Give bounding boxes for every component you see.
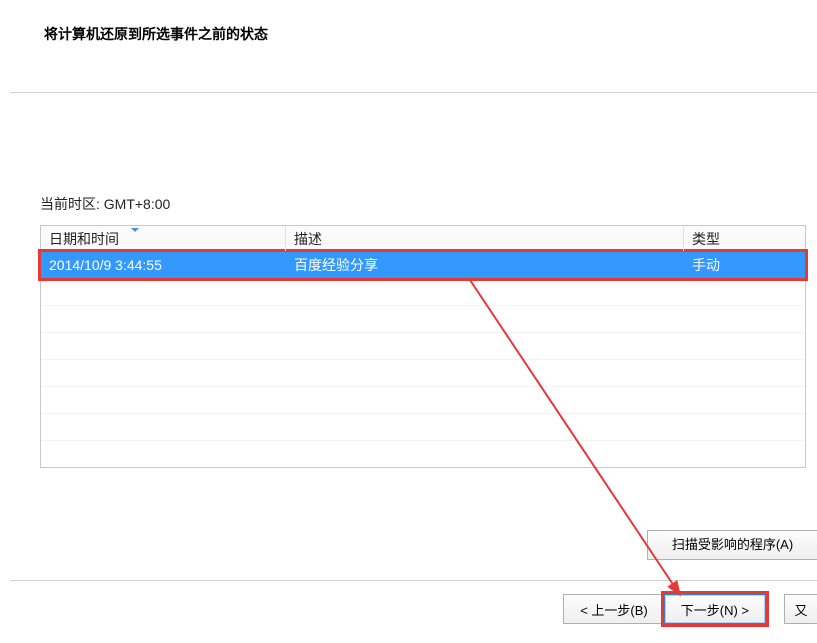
cell-description: 百度经验分享 (286, 252, 684, 278)
empty-row (41, 413, 805, 440)
divider-top (10, 92, 817, 93)
divider-bottom (10, 580, 817, 581)
cell-type: 手动 (684, 252, 804, 278)
empty-row (41, 278, 805, 305)
empty-row (41, 332, 805, 359)
header-text-description: 描述 (294, 229, 322, 249)
back-button[interactable]: < 上一步(B) (563, 594, 665, 624)
empty-row (41, 440, 805, 467)
timezone-label: 当前时区: GMT+8:00 (40, 194, 170, 214)
table-body: 2014/10/9 3:44:55 百度经验分享 手动 (41, 252, 805, 467)
table-row[interactable]: 2014/10/9 3:44:55 百度经验分享 手动 (41, 252, 805, 278)
empty-row (41, 359, 805, 386)
header-text-type: 类型 (692, 229, 720, 249)
table-header: 日期和时间 描述 类型 (41, 226, 805, 252)
page-title: 将计算机还原到所选事件之前的状态 (44, 24, 268, 44)
column-header-type[interactable]: 类型 (684, 226, 804, 251)
header-text-datetime: 日期和时间 (49, 229, 119, 249)
scan-affected-programs-button[interactable]: 扫描受影响的程序(A) (647, 530, 817, 560)
empty-row (41, 386, 805, 413)
wizard-nav-buttons: < 上一步(B) 下一步(N) > 又 (563, 594, 817, 624)
column-header-description[interactable]: 描述 (286, 226, 684, 251)
cancel-button[interactable]: 又 (784, 594, 817, 624)
empty-row (41, 305, 805, 332)
column-header-datetime[interactable]: 日期和时间 (41, 226, 286, 251)
sort-desc-icon (131, 228, 139, 232)
cell-datetime: 2014/10/9 3:44:55 (41, 254, 286, 276)
next-button[interactable]: 下一步(N) > (664, 594, 766, 624)
restore-points-table: 日期和时间 描述 类型 2014/10/9 3:44:55 百度经验分享 手动 (40, 225, 806, 468)
